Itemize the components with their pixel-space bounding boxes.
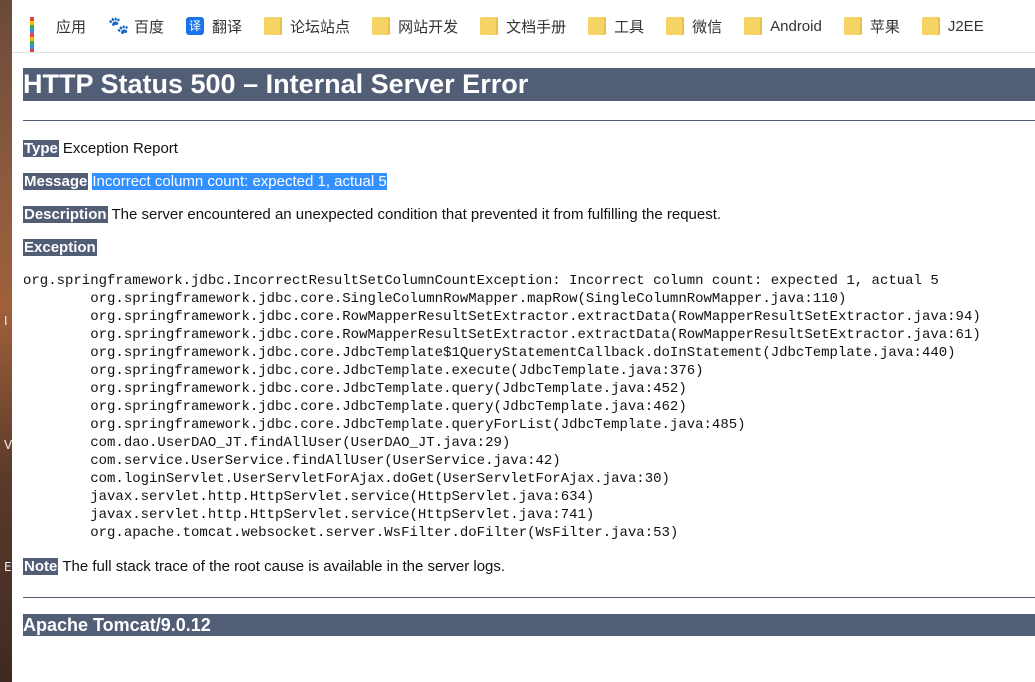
- description-value: The server encountered an unexpected con…: [111, 206, 722, 223]
- bookmark-apps[interactable]: 应用: [30, 16, 87, 52]
- bookmark-folder-apple[interactable]: 苹果: [843, 16, 900, 37]
- folder-icon: [264, 17, 283, 35]
- folder-icon: [588, 17, 607, 35]
- bookmark-label: 应用: [56, 18, 87, 36]
- page-content: HTTP Status 500 – Internal Server Error …: [12, 52, 1035, 682]
- apps-icon: [30, 17, 48, 52]
- bookmark-label: 翻译: [212, 18, 243, 36]
- page-title: HTTP Status 500 – Internal Server Error: [23, 68, 1035, 101]
- bookmark-label: 网站开发: [398, 18, 459, 36]
- bookmark-label: 百度: [134, 18, 165, 36]
- folder-icon: [921, 17, 940, 35]
- server-footer: Apache Tomcat/9.0.12: [23, 614, 1035, 636]
- note-row: Note The full stack trace of the root ca…: [23, 550, 1035, 583]
- type-row: Type Exception Report: [23, 132, 1035, 165]
- bookmark-label: Android: [770, 17, 822, 35]
- note-label: Note: [23, 558, 59, 575]
- bookmark-label: 论坛站点: [290, 18, 351, 36]
- bookmark-translate[interactable]: 译 翻译: [186, 16, 242, 37]
- desktop-edge-text: V: [4, 438, 13, 452]
- bookmark-folder-webdev[interactable]: 网站开发: [372, 16, 458, 37]
- desktop-edge-text: I: [4, 314, 8, 328]
- bookmark-label: 苹果: [869, 18, 900, 36]
- bookmarks-bar: 应用 🐾 百度 译 翻译 论坛站点 网站开发 文档手册 工具 微信 Androi…: [12, 0, 1035, 53]
- folder-icon: [372, 17, 391, 35]
- bookmark-folder-docs[interactable]: 文档手册: [480, 16, 566, 37]
- folder-icon: [744, 17, 763, 35]
- message-value: Incorrect column count: expected 1, actu…: [92, 173, 387, 190]
- bookmark-folder-wechat[interactable]: 微信: [666, 16, 722, 37]
- exception-label: Exception: [23, 239, 97, 256]
- type-label: Type: [23, 140, 59, 157]
- note-value: The full stack trace of the root cause i…: [62, 558, 506, 575]
- type-value: Exception Report: [62, 140, 178, 157]
- description-label: Description: [23, 206, 108, 223]
- translate-icon: 译: [186, 17, 205, 35]
- bookmark-folder-android[interactable]: Android: [744, 17, 822, 35]
- bookmark-folder-forums[interactable]: 论坛站点: [264, 16, 350, 37]
- exception-row: Exception: [23, 231, 1035, 264]
- folder-icon: [480, 17, 499, 35]
- folder-icon: [843, 17, 862, 35]
- bookmark-label: 微信: [692, 18, 723, 36]
- baidu-icon: 🐾: [108, 16, 130, 35]
- bookmark-folder-tools[interactable]: 工具: [588, 16, 644, 37]
- bookmark-folder-j2ee[interactable]: J2EE: [921, 17, 984, 35]
- bookmark-baidu[interactable]: 🐾 百度: [108, 16, 164, 37]
- desktop-edge: I V E: [0, 0, 12, 682]
- bookmark-label: 工具: [614, 18, 645, 36]
- exception-stack-trace: org.springframework.jdbc.IncorrectResult…: [23, 273, 981, 541]
- message-row: Message Incorrect column count: expected…: [23, 165, 1035, 198]
- folder-icon: [666, 17, 685, 35]
- divider: [23, 597, 1035, 598]
- bookmark-label: J2EE: [947, 17, 984, 35]
- message-label: Message: [23, 173, 89, 190]
- description-row: Description The server encountered an un…: [23, 198, 1035, 231]
- bookmark-label: 文档手册: [506, 18, 567, 36]
- desktop-edge-text: E: [4, 560, 12, 574]
- divider: [23, 120, 1035, 121]
